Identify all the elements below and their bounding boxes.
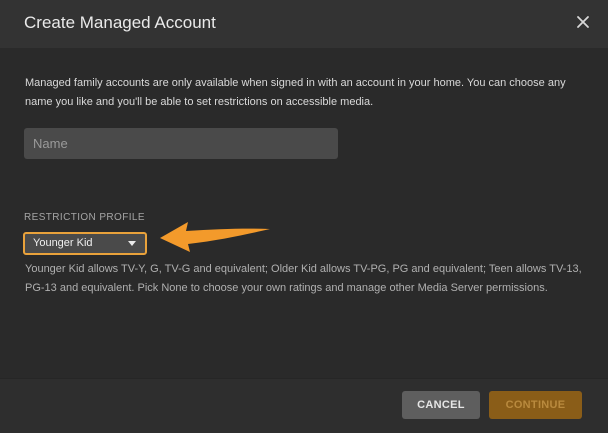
dialog-footer: CANCEL CONTINUE <box>0 378 608 433</box>
close-icon <box>577 16 589 28</box>
intro-text: Managed family accounts are only availab… <box>25 77 566 108</box>
dialog-header: Create Managed Account <box>0 0 608 48</box>
chevron-down-icon <box>128 241 136 246</box>
close-button[interactable] <box>575 14 591 30</box>
name-input[interactable] <box>24 128 338 159</box>
dialog-title: Create Managed Account <box>24 13 216 32</box>
restriction-profile-select[interactable]: Younger Kid <box>23 232 147 255</box>
create-managed-account-dialog: Create Managed Account Managed family ac… <box>0 0 608 433</box>
restriction-profile-label: Restriction Profile <box>24 212 145 223</box>
restriction-profile-value: Younger Kid <box>33 237 93 249</box>
arrow-left-annotation-icon <box>160 222 270 252</box>
continue-button[interactable]: CONTINUE <box>489 391 582 419</box>
restriction-help-text: Younger Kid allows TV-Y, G, TV-G and equ… <box>25 263 582 294</box>
dialog-body: Managed family accounts are only availab… <box>0 48 608 378</box>
cancel-button[interactable]: CANCEL <box>402 391 480 419</box>
